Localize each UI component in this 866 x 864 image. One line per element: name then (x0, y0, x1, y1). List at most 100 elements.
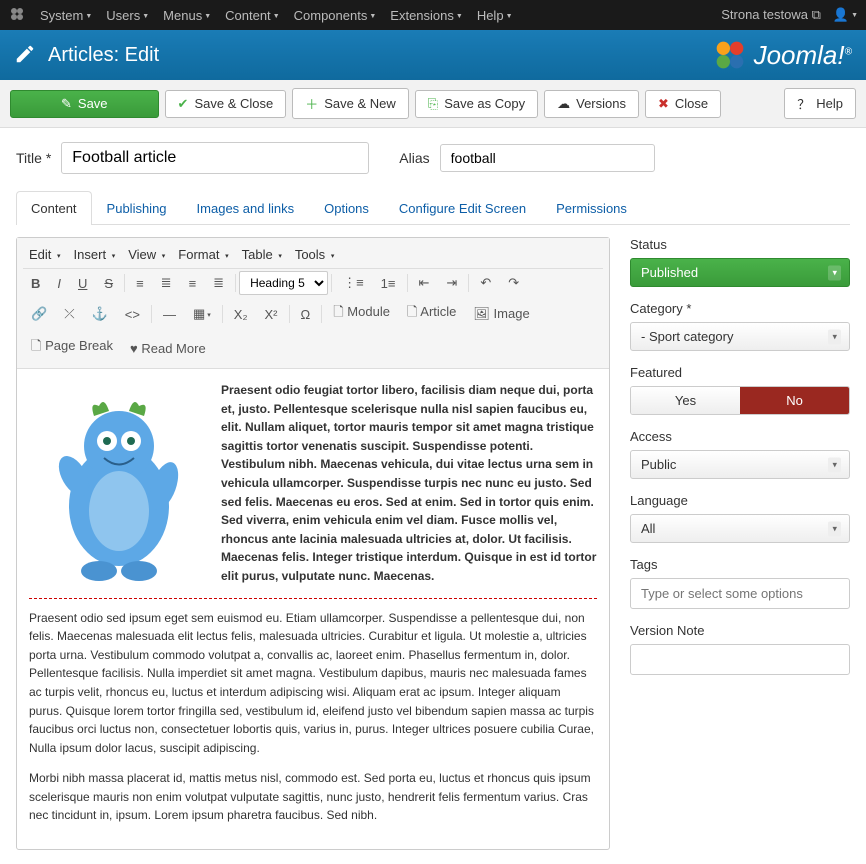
close-button[interactable]: ✖Close (645, 90, 721, 118)
access-select[interactable]: Public (630, 450, 850, 479)
question-icon: ？ (797, 94, 810, 113)
featured-toggle: Yes No (630, 386, 850, 415)
link-icon[interactable]: 🔗 (23, 302, 55, 326)
pagebreak-button[interactable]: 🗋 Page Break (23, 333, 121, 363)
status-select[interactable]: Published (630, 258, 850, 287)
article-button[interactable]: 🗋 Article (399, 299, 464, 329)
content-p2: Praesent odio sed ipsum eget sem euismod… (29, 609, 597, 758)
bullet-list-icon[interactable]: ⋮≡ (335, 271, 372, 295)
format-select[interactable]: Heading 5 (239, 271, 328, 295)
page-title: Articles: Edit (48, 44, 159, 67)
outdent-icon[interactable]: ⇤ (411, 271, 438, 295)
menu-edit[interactable]: Edit ▾ (23, 243, 67, 266)
align-justify-icon[interactable]: ≣ (205, 271, 232, 295)
joomla-logo: Joomla!® (714, 39, 852, 71)
tab-images[interactable]: Images and links (182, 191, 310, 225)
copy-icon: ⎘ (428, 96, 438, 112)
category-label: Category * (630, 301, 850, 316)
edit-tabs: Content Publishing Images and links Opti… (16, 190, 850, 225)
menu-view[interactable]: View ▾ (122, 243, 171, 266)
strike-icon[interactable]: S (96, 272, 121, 295)
content-p3: Morbi nibh massa placerat id, mattis met… (29, 769, 597, 825)
language-select[interactable]: All (630, 514, 850, 543)
menu-format[interactable]: Format ▾ (172, 243, 234, 266)
title-input[interactable] (61, 142, 369, 174)
tab-permissions[interactable]: Permissions (541, 191, 642, 225)
tags-label: Tags (630, 557, 850, 572)
alias-label: Alias (399, 150, 429, 166)
user-menu-icon[interactable]: 👤▼ (833, 7, 858, 23)
content-image (29, 381, 209, 591)
site-link[interactable]: Strona testowa ⧉ (721, 7, 821, 23)
save-copy-button[interactable]: ⎘Save as Copy (415, 90, 538, 118)
align-left-icon[interactable]: ≡ (128, 272, 152, 295)
tab-publishing[interactable]: Publishing (92, 191, 182, 225)
table-icon[interactable]: ▦▾ (185, 302, 219, 326)
title-label: Title * (16, 150, 51, 166)
editor: Edit ▾ Insert ▾ View ▾ Format ▾ Table ▾ … (16, 237, 610, 850)
tab-content[interactable]: Content (16, 191, 92, 225)
number-list-icon[interactable]: 1≡ (373, 272, 404, 295)
featured-label: Featured (630, 365, 850, 380)
undo-icon[interactable]: ↶ (472, 271, 499, 295)
menu-insert[interactable]: Insert ▾ (68, 243, 122, 266)
external-link-icon: ⧉ (812, 7, 821, 22)
tab-configure[interactable]: Configure Edit Screen (384, 191, 541, 225)
plus-icon: ＋ (305, 94, 318, 113)
module-button[interactable]: 🗋 Module (325, 299, 398, 329)
save-close-button[interactable]: ✔Save & Close (165, 90, 287, 118)
code-icon[interactable]: <> (117, 303, 148, 326)
editor-toolbar: Edit ▾ Insert ▾ View ▾ Format ▾ Table ▾ … (17, 238, 609, 369)
featured-no[interactable]: No (740, 387, 849, 414)
version-note-input[interactable] (630, 644, 850, 675)
superscript-icon[interactable]: X² (257, 303, 286, 326)
language-label: Language (630, 493, 850, 508)
featured-yes[interactable]: Yes (631, 387, 740, 414)
nav-users[interactable]: Users▼ (106, 8, 149, 23)
nav-system[interactable]: System▼ (40, 8, 92, 23)
tags-input[interactable] (630, 578, 850, 609)
redo-icon[interactable]: ↷ (500, 271, 527, 295)
menu-tools[interactable]: Tools ▾ (289, 243, 341, 266)
align-center-icon[interactable]: ≣ (153, 271, 180, 295)
anchor-icon[interactable]: ⚓ (84, 302, 116, 326)
bold-icon[interactable]: B (23, 272, 48, 295)
hr-icon[interactable]: — (155, 303, 184, 326)
close-icon: ✖ (658, 96, 669, 112)
align-right-icon[interactable]: ≡ (181, 272, 205, 295)
version-note-label: Version Note (630, 623, 850, 638)
nav-components[interactable]: Components▼ (294, 8, 377, 23)
help-button[interactable]: ？Help (784, 88, 856, 119)
versions-button[interactable]: ☁Versions (544, 90, 639, 118)
tab-options[interactable]: Options (309, 191, 384, 225)
save-new-button[interactable]: ＋Save & New (292, 88, 409, 119)
special-char-icon[interactable]: Ω (293, 303, 319, 326)
alias-input[interactable] (440, 144, 655, 172)
indent-icon[interactable]: ⇥ (438, 271, 465, 295)
save-button[interactable]: ✎Save (10, 90, 159, 118)
readmore-separator (29, 598, 597, 599)
image-button[interactable]: 🖼 Image (465, 302, 537, 326)
stack-icon: ☁ (557, 96, 570, 112)
joomla-icon[interactable] (8, 5, 26, 26)
action-toolbar: ✎Save ✔Save & Close ＋Save & New ⎘Save as… (0, 80, 866, 128)
page-header: Articles: Edit Joomla!® (0, 30, 866, 80)
nav-menus[interactable]: Menus▼ (163, 8, 211, 23)
underline-icon[interactable]: U (70, 272, 95, 295)
admin-topnav: System▼ Users▼ Menus▼ Content▼ Component… (0, 0, 866, 30)
access-label: Access (630, 429, 850, 444)
category-select[interactable]: - Sport category (630, 322, 850, 351)
editor-content[interactable]: Praesent odio feugiat tortor libero, fac… (17, 369, 609, 849)
status-label: Status (630, 237, 850, 252)
unlink-icon[interactable]: ⤫ (56, 302, 82, 326)
nav-content[interactable]: Content▼ (225, 8, 279, 23)
nav-help[interactable]: Help▼ (477, 8, 513, 23)
nav-extensions[interactable]: Extensions▼ (390, 8, 463, 23)
italic-icon[interactable]: I (49, 272, 69, 295)
sidebar: Status Published Category * - Sport cate… (630, 237, 850, 850)
check-icon: ✎ (61, 96, 72, 112)
menu-table[interactable]: Table ▾ (236, 243, 288, 266)
subscript-icon[interactable]: X₂ (226, 303, 256, 326)
readmore-button[interactable]: ♥ Read More (122, 337, 214, 360)
check-icon: ✔ (178, 96, 189, 112)
